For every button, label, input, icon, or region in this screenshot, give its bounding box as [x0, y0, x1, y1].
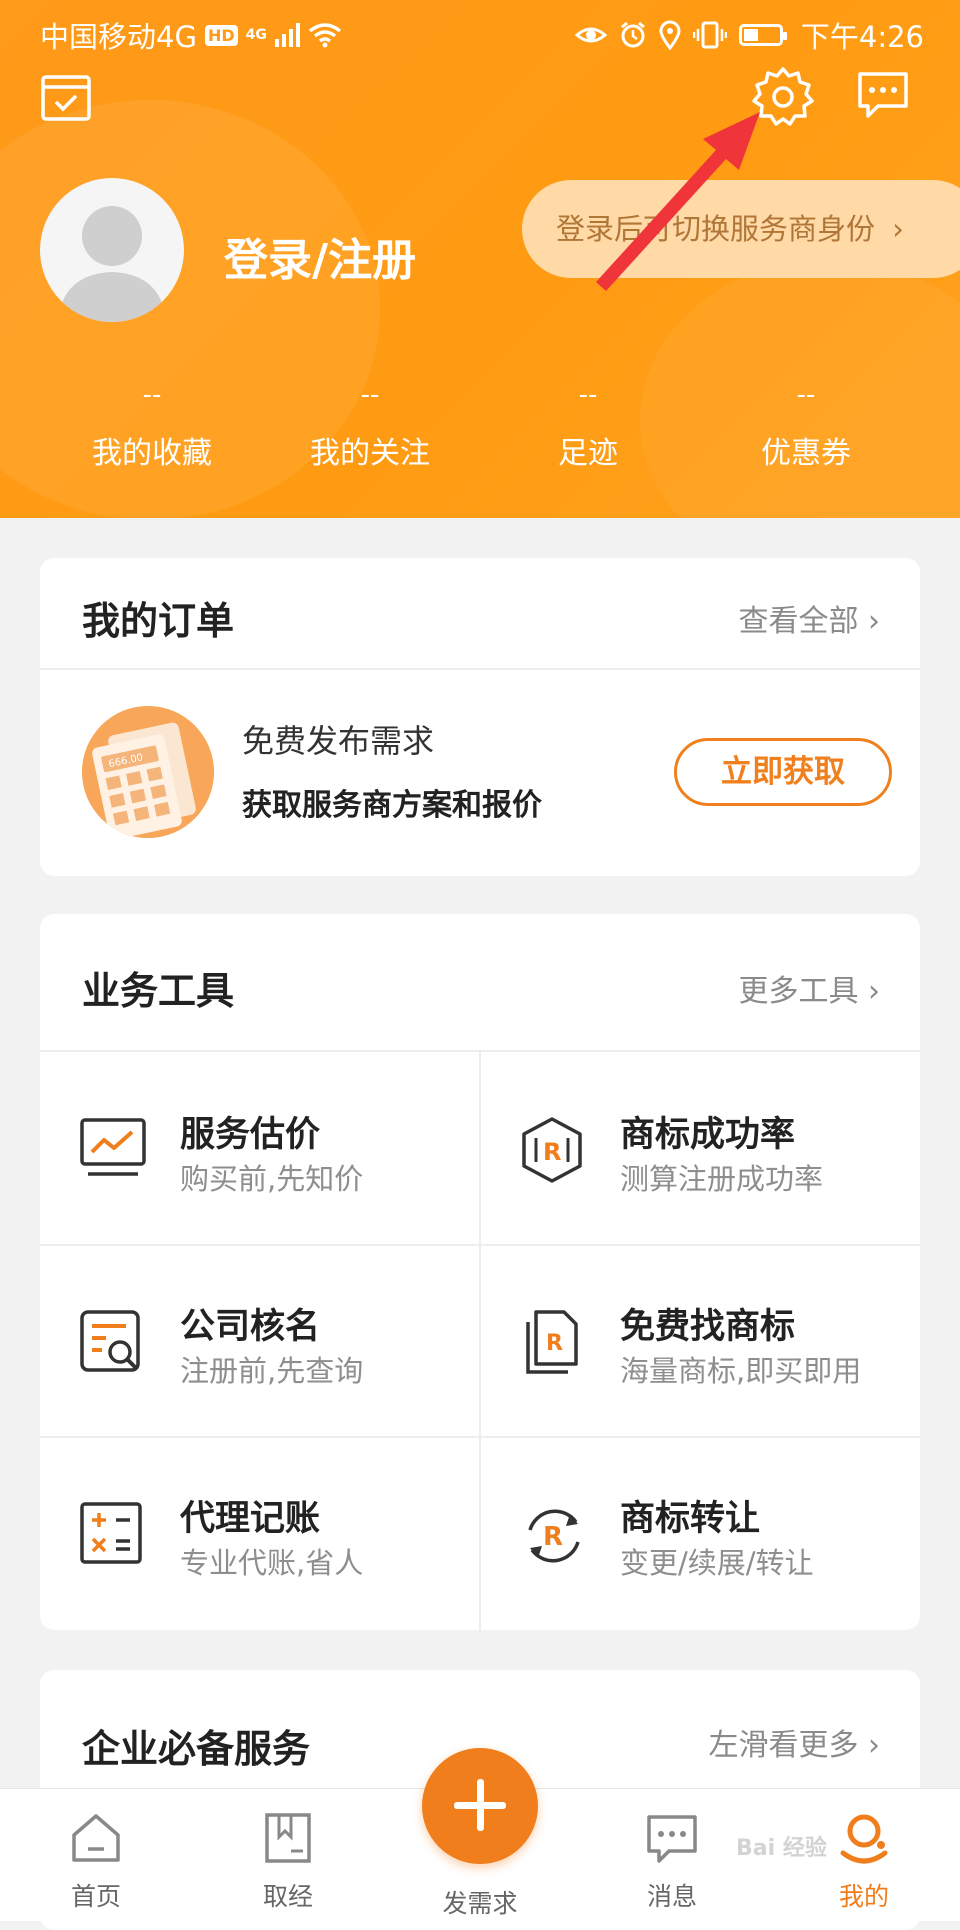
switch-identity-label: 登录后可切换服务商身份 [556, 212, 876, 246]
stat-value: -- [360, 380, 380, 410]
promo-subtitle: 获取服务商方案和报价 [242, 788, 542, 823]
trademark-transfer-icon: R [528, 1509, 580, 1563]
trademark-hexagon-icon: R [522, 1117, 582, 1183]
post-demand-button[interactable] [422, 1748, 538, 1864]
chevron-right-icon: › [868, 604, 880, 639]
post-demand-label: 发需求 [442, 1889, 518, 1918]
nav-label: 首页 [70, 1882, 121, 1911]
promo-title: 免费发布需求 [242, 722, 435, 760]
stat-favorites[interactable]: -- 我的收藏 [43, 380, 261, 472]
message-icon [647, 1815, 697, 1863]
tool-desc: 专业代账,省人 [180, 1546, 364, 1580]
hd-badge: HD [204, 24, 238, 46]
wifi-icon [308, 23, 341, 48]
divider [40, 668, 920, 670]
view-all-label: 查看全部 [738, 604, 859, 639]
more-tools-label: 更多工具 [738, 974, 859, 1009]
business-tools-card: 业务工具 更多工具 › 服务估价 购买前,先知价 R 商标成功率 测算注册成功率… [40, 914, 920, 1632]
nav-home[interactable]: 首页 [36, 1789, 156, 1913]
svg-text:R: R [543, 1138, 561, 1166]
stat-value: -- [142, 380, 162, 410]
stat-history[interactable]: -- 足迹 [479, 380, 697, 472]
stat-coupons[interactable]: -- 优惠券 [697, 380, 915, 472]
swipe-more-link[interactable]: 左滑看更多 › [708, 1720, 880, 1764]
avatar[interactable] [40, 178, 184, 322]
switch-identity-pill[interactable]: 登录后可切换服务商身份 › [522, 180, 960, 278]
eye-icon [574, 27, 607, 43]
tool-desc: 海量商标,即买即用 [620, 1354, 862, 1388]
chevron-right-icon: › [868, 974, 880, 1009]
stat-following[interactable]: -- 我的关注 [261, 380, 479, 472]
tool-name: 免费找商标 [620, 1307, 796, 1347]
signal-icon [274, 23, 300, 47]
tools-header: 业务工具 更多工具 › [40, 914, 920, 1050]
calculator-icon [80, 1502, 142, 1564]
more-tools-link[interactable]: 更多工具 › [738, 966, 880, 1010]
my-orders-card: 我的订单 查看全部 › 666.00 免费发布需求 获取服务商方案和报价 立即获… [40, 558, 920, 876]
price-chart-icon [80, 1118, 146, 1176]
nav-messages[interactable]: 消息 [612, 1789, 732, 1913]
vibrate-icon [692, 21, 727, 49]
tools-grid: 服务估价 购买前,先知价 R 商标成功率 测算注册成功率 公司核名 注册前,先查… [40, 1050, 920, 1632]
settings-gear-icon[interactable] [752, 66, 814, 128]
stat-value: -- [578, 380, 598, 410]
tool-desc: 注册前,先查询 [180, 1354, 364, 1388]
tool-trademark-success-rate[interactable]: R 商标成功率 测算注册成功率 [480, 1052, 920, 1244]
status-bar: 中国移动4G HD 4G 下午4:26 [0, 0, 960, 64]
message-bubble-icon[interactable] [856, 70, 910, 120]
default-user-icon [58, 206, 166, 322]
stat-label: 优惠券 [761, 436, 851, 471]
tools-title: 业务工具 [82, 969, 235, 1013]
profile-header: 中国移动4G HD 4G 下午4:26 登录/注册 登录后可切换服务商身份 › … [0, 0, 960, 518]
tool-trademark-transfer[interactable]: R 商标转让 变更/续展/转让 [480, 1436, 920, 1628]
stat-value: -- [796, 380, 816, 410]
svg-text:R: R [543, 1522, 563, 1552]
nav-learn[interactable]: 取经 [228, 1789, 348, 1913]
get-now-button[interactable]: 立即获取 [674, 738, 892, 806]
tool-bookkeeping[interactable]: 代理记账 专业代账,省人 [40, 1436, 480, 1628]
nav-label: 取经 [262, 1882, 313, 1911]
tool-name: 公司核名 [180, 1307, 321, 1347]
location-icon [659, 20, 681, 50]
alarm-icon [620, 21, 645, 48]
stat-label: 我的收藏 [92, 436, 212, 471]
stat-label: 足迹 [558, 436, 618, 471]
tool-free-trademark-search[interactable]: R 免费找商标 海量商标,即买即用 [480, 1244, 920, 1436]
clock-label: 下午4:26 [800, 20, 924, 54]
orders-title: 我的订单 [82, 599, 235, 643]
tool-desc: 购买前,先知价 [180, 1162, 364, 1196]
tool-desc: 测算注册成功率 [620, 1162, 824, 1196]
carrier-label: 中国移动4G [40, 20, 197, 54]
network-label: 4G [245, 27, 267, 43]
tool-name: 商标转让 [620, 1499, 761, 1539]
tool-service-estimate[interactable]: 服务估价 购买前,先知价 [40, 1052, 480, 1244]
view-all-link[interactable]: 查看全部 › [738, 596, 880, 640]
chevron-right-icon: › [868, 1728, 880, 1763]
nav-label: 消息 [646, 1882, 697, 1911]
profile-stats: -- 我的收藏 -- 我的关注 -- 足迹 -- 优惠券 [0, 380, 960, 472]
trademark-document-icon: R [526, 1310, 578, 1374]
baidu-watermark: Bai 经验 [736, 1836, 827, 1861]
tool-name: 代理记账 [180, 1499, 321, 1539]
services-title: 企业必备服务 [82, 1727, 311, 1771]
home-icon [72, 1814, 120, 1862]
tool-desc: 变更/续展/转让 [620, 1546, 814, 1580]
post-demand-illustration: 666.00 [82, 706, 214, 838]
book-icon [265, 1813, 311, 1863]
swipe-more-label: 左滑看更多 [708, 1728, 859, 1763]
nav-label: 我的 [838, 1882, 889, 1911]
document-search-icon [80, 1310, 140, 1372]
stat-label: 我的关注 [310, 436, 430, 471]
svg-text:R: R [546, 1331, 563, 1356]
login-register-link[interactable]: 登录/注册 [224, 224, 416, 288]
chevron-right-icon: › [892, 212, 904, 246]
profile-icon [840, 1814, 888, 1864]
battery-icon [738, 24, 787, 46]
tool-company-name-check[interactable]: 公司核名 注册前,先查询 [40, 1244, 480, 1436]
checkin-calendar-icon[interactable] [40, 72, 92, 124]
tool-name: 商标成功率 [620, 1115, 796, 1155]
tool-name: 服务估价 [180, 1115, 321, 1155]
calculator-illustration-icon: 666.00 [82, 706, 214, 838]
